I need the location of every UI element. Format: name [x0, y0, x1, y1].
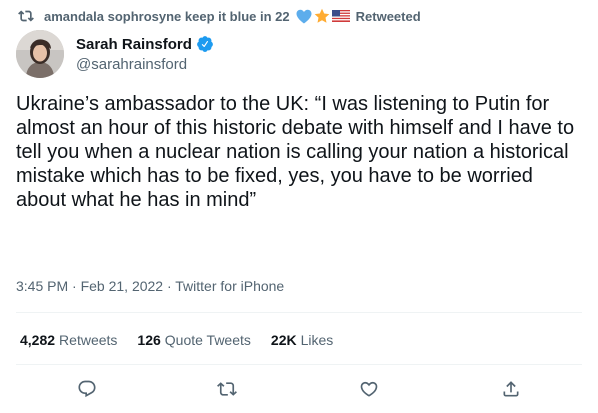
retweet-button[interactable] [216, 378, 238, 400]
avatar[interactable] [16, 30, 64, 78]
tweet-text: Ukraine’s ambassador to the UK: “I was l… [16, 93, 575, 211]
verified-badge-icon [196, 35, 214, 53]
retweet-icon [217, 382, 237, 396]
divider [16, 364, 582, 365]
retweet-context: amandala sophrosyne keep it blue in 22 R… [18, 6, 421, 26]
author-names: Sarah Rainsford @sarahrainsford [76, 35, 214, 73]
author-handle[interactable]: @sarahrainsford [76, 56, 214, 73]
retweeted-label: Retweeted [355, 8, 421, 24]
author-display-row: Sarah Rainsford [76, 35, 214, 53]
author-display-name[interactable]: Sarah Rainsford [76, 36, 192, 53]
share-icon [503, 381, 519, 397]
star-icon [314, 8, 330, 24]
quote-tweets-count: 126 [137, 332, 161, 348]
like-icon [360, 381, 378, 397]
quote-tweets-stat[interactable]: 126 Quote Tweets [137, 332, 251, 348]
retweeter-name[interactable]: amandala sophrosyne keep it blue in 22 [44, 9, 290, 24]
tweet-author: Sarah Rainsford @sarahrainsford [16, 30, 214, 78]
blue-heart-icon [296, 9, 312, 24]
likes-label: Likes [300, 332, 334, 348]
retweets-stat[interactable]: 4,282 Retweets [20, 332, 117, 348]
tweet-actions [0, 372, 598, 408]
retweets-label: Retweets [59, 332, 118, 348]
divider [16, 312, 582, 313]
retweets-count: 4,282 [20, 332, 56, 348]
likes-count: 22K [270, 332, 297, 348]
tweet-timestamp[interactable]: 3:45 PM · Feb 21, 2022 · Twitter for iPh… [16, 278, 284, 294]
us-flag-icon [331, 10, 350, 22]
retweet-icon [18, 10, 34, 22]
reply-icon [78, 380, 96, 398]
likes-stat[interactable]: 22K Likes [271, 332, 333, 348]
reply-button[interactable] [76, 378, 98, 400]
engagement-stats: 4,282 Retweets 126 Quote Tweets 22K Likes [20, 332, 353, 348]
share-button[interactable] [500, 378, 522, 400]
quote-tweets-label: Quote Tweets [164, 332, 251, 348]
like-button[interactable] [358, 378, 380, 400]
